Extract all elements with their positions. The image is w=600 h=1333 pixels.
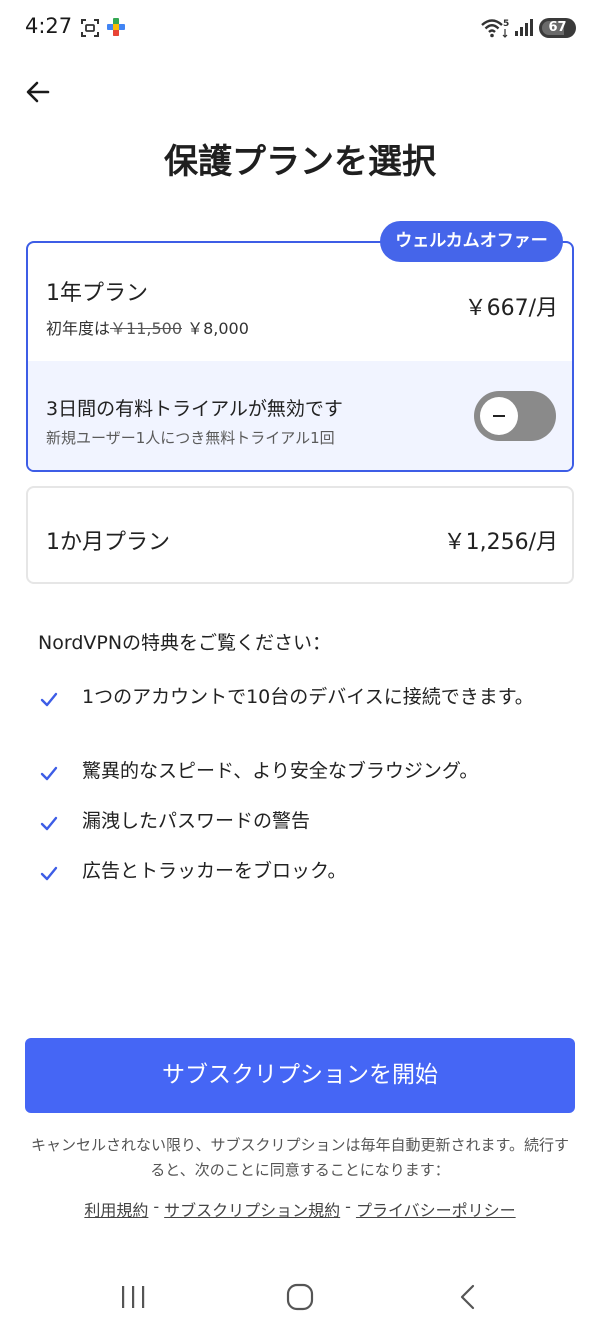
status-time: 4:27 <box>25 14 73 38</box>
screenshot-icon <box>81 19 99 37</box>
back-icon[interactable] <box>455 1283 483 1311</box>
wifi-icon: 5 <box>481 19 509 38</box>
original-price: ￥11,500 <box>110 319 183 338</box>
plan-name: 1か月プラン <box>46 530 170 555</box>
terms-of-service-link[interactable]: 利用規約 <box>84 1201 148 1220</box>
trial-title: 3日間の有料トライアルが無効です <box>46 398 343 420</box>
link-separator: - <box>345 1197 351 1216</box>
recent-apps-icon[interactable] <box>118 1284 148 1310</box>
home-icon[interactable] <box>286 1283 314 1311</box>
battery-level-text: 67 <box>548 20 567 35</box>
plan-first-year-price: 初年度は￥11,500 ￥8,000 <box>46 315 249 339</box>
first-year-prefix: 初年度は <box>46 319 111 338</box>
page-title: 保護プランを選択 <box>164 142 436 182</box>
benefits-heading: NordVPNの特典をご覧ください： <box>38 632 332 654</box>
play-games-icon <box>107 18 125 36</box>
battery-icon: 67 <box>539 18 576 38</box>
status-bar: 4:27 5 67 <box>0 0 600 56</box>
check-icon <box>40 866 58 881</box>
toggle-knob <box>480 397 518 435</box>
trial-toggle[interactable] <box>474 391 556 441</box>
plan-card-annual[interactable]: 1年プラン 初年度は￥11,500 ￥8,000 ￥667/月 3日間の有料トラ… <box>26 241 574 472</box>
plan-price: ￥667/月 <box>464 296 558 321</box>
benefit-text: 驚異的なスピード、より安全なブラウジング。 <box>82 760 479 782</box>
benefit-text: 広告とトラッカーをブロック。 <box>82 860 347 882</box>
check-icon <box>40 692 58 707</box>
legal-links: 利用規約 - サブスクリプション規約 - プライバシーポリシー <box>0 1197 600 1221</box>
start-subscription-button[interactable]: サブスクリプションを開始 <box>25 1038 575 1113</box>
plan-card-monthly[interactable]: 1か月プラン ￥1,256/月 <box>26 486 574 584</box>
check-icon <box>40 766 58 781</box>
plan-name: 1年プラン <box>46 281 148 306</box>
welcome-offer-badge: ウェルカムオファー <box>380 221 563 262</box>
svg-text:5: 5 <box>503 19 509 29</box>
trial-panel: 3日間の有料トライアルが無効です 新規ユーザー1人につき無料トライアル1回 <box>28 361 572 470</box>
benefit-text: 1つのアカウントで10台のデバイスに接続できます。 <box>82 686 534 708</box>
discount-price: ￥8,000 <box>187 319 249 338</box>
benefit-text: 漏洩したパスワードの警告 <box>82 810 311 832</box>
plan-price: ￥1,256/月 <box>443 530 558 555</box>
subscription-terms-link[interactable]: サブスクリプション規約 <box>164 1201 340 1220</box>
legal-text: キャンセルされない限り、サブスクリプションは毎年自動更新されます。続行すると、次… <box>31 1136 569 1179</box>
trial-subtitle: 新規ユーザー1人につき無料トライアル1回 <box>46 429 335 447</box>
privacy-policy-link[interactable]: プライバシーポリシー <box>356 1201 516 1220</box>
signal-icon <box>515 19 533 36</box>
link-separator: - <box>153 1197 160 1216</box>
arrow-left-icon[interactable] <box>22 76 54 108</box>
check-icon <box>40 816 58 831</box>
